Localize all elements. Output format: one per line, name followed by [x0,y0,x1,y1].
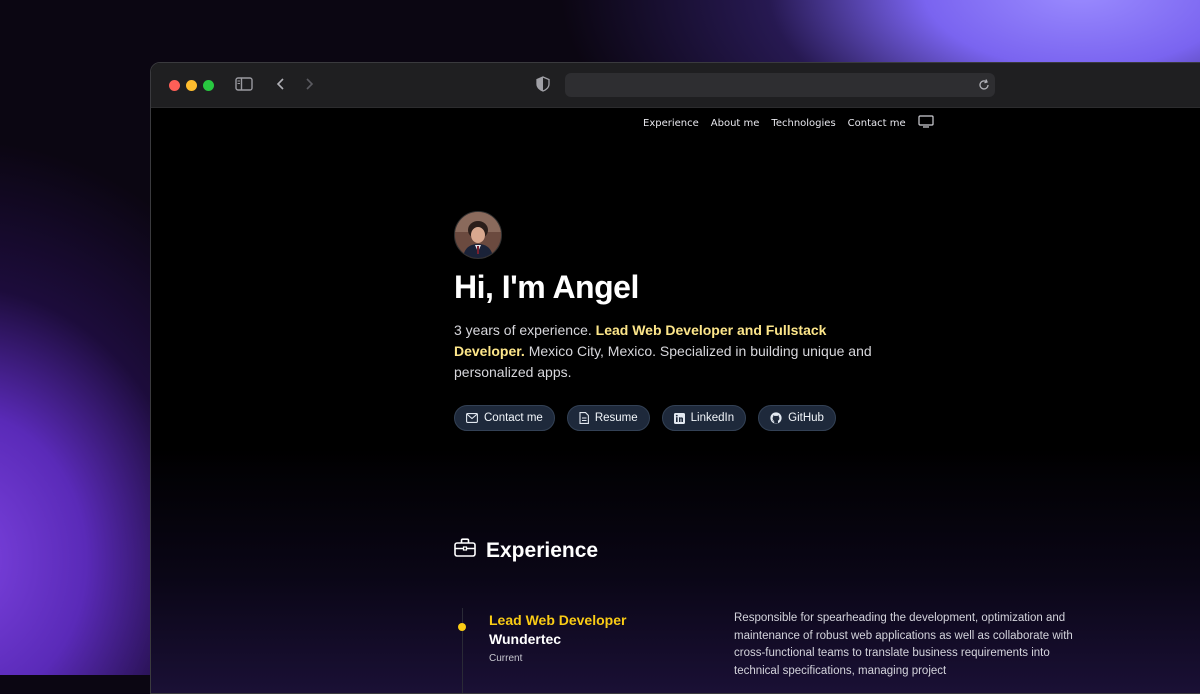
hero-intro: 3 years of experience. Lead Web Develope… [454,320,894,383]
timeline-line [462,608,463,693]
hero-buttons: Contact me Resume LinkedIn GitHub [454,405,894,431]
resume-label: Resume [594,412,638,424]
hero-title: Hi, I'm Angel [454,269,639,305]
job-company: Wundertec [489,631,562,647]
timeline-dot [458,623,466,631]
github-button[interactable]: GitHub [758,405,836,431]
nav-item-technologies[interactable]: Technologies [771,118,835,129]
job-description: Responsible for spearheading the develop… [734,612,1073,677]
github-label: GitHub [788,412,824,424]
linkedin-icon [673,412,685,424]
close-window-button[interactable] [169,80,180,91]
job-role: Lead Web Developer [489,612,627,628]
job-period: Current [489,653,523,664]
sidebar-toggle-icon[interactable] [235,76,253,96]
hero-section: Hi, I'm Angel 3 years of experience. Lea… [454,211,894,431]
contact-me-button[interactable]: Contact me [454,405,555,431]
experience-title: Experience [486,539,599,562]
nav-item-experience[interactable]: Experience [643,118,699,129]
linkedin-button[interactable]: LinkedIn [661,405,747,431]
back-arrow-icon[interactable] [275,76,287,96]
reload-icon[interactable] [977,77,991,96]
nav-item-about[interactable]: About me [711,118,760,129]
mail-icon [466,413,478,423]
monitor-icon[interactable] [918,115,934,131]
minimize-window-button[interactable] [186,80,197,91]
document-icon [579,412,589,424]
privacy-shield-icon[interactable] [536,76,550,96]
avatar [454,211,502,259]
address-bar[interactable] [565,73,995,97]
site-nav: Experience About me Technologies Contact… [643,115,934,131]
nav-item-contact[interactable]: Contact me [848,118,906,129]
web-page: Experience About me Technologies Contact… [151,108,1200,693]
browser-window: Experience About me Technologies Contact… [150,62,1200,694]
resume-button[interactable]: Resume [566,405,650,431]
job-entry: Lead Web Developer Wundertec Current [489,612,626,664]
linkedin-label: LinkedIn [690,412,735,424]
forward-arrow-icon[interactable] [303,76,315,96]
intro-prefix: 3 years of experience. [454,322,592,338]
experience-heading: Experience [454,538,598,564]
browser-toolbar [151,63,1200,108]
briefcase-icon [454,538,476,564]
zoom-window-button[interactable] [203,80,214,91]
github-icon [770,412,782,424]
contact-me-label: Contact me [484,412,543,424]
